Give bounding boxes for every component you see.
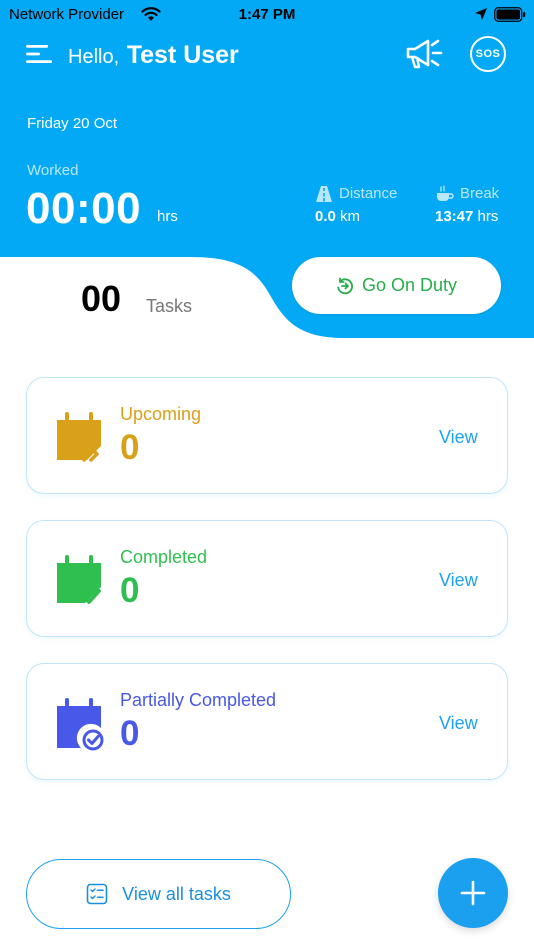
break-stat: Break 13:47 hrs xyxy=(435,185,530,229)
distance-unit: km xyxy=(340,208,361,225)
location-arrow-icon xyxy=(475,8,487,20)
road-icon xyxy=(316,186,332,202)
upcoming-card[interactable]: Upcoming 0 View xyxy=(26,377,508,494)
break-value-row: 13:47 hrs xyxy=(435,208,498,225)
calendar-check-icon xyxy=(57,555,101,604)
calendar-partial-icon xyxy=(57,698,104,751)
tasks-count: 00 xyxy=(81,278,122,319)
completed-title: Completed xyxy=(120,547,208,567)
duty-icon xyxy=(337,277,353,294)
status-time: 1:47 PM xyxy=(238,6,296,23)
coffee-icon xyxy=(437,185,454,201)
distance-label: Distance xyxy=(339,185,398,202)
sos-label: SOS xyxy=(475,48,501,60)
partially-completed-card[interactable]: Partially Completed 0 View xyxy=(26,663,508,780)
calendar-forward-icon xyxy=(57,412,101,462)
sos-icon[interactable]: SOS xyxy=(470,36,506,72)
partially-completed-title: Partially Completed xyxy=(120,690,277,710)
checklist-icon xyxy=(86,883,108,905)
plus-icon xyxy=(460,880,486,906)
menu-icon[interactable] xyxy=(26,44,52,64)
worked-value: 00:00 xyxy=(26,184,142,233)
partially-completed-view-link[interactable]: View xyxy=(439,713,478,734)
distance-value-row: 0.0 km xyxy=(315,208,360,225)
megaphone-icon[interactable] xyxy=(404,37,444,71)
view-all-tasks-label: View all tasks xyxy=(122,883,231,904)
upcoming-title: Upcoming xyxy=(120,404,202,424)
upcoming-view-link[interactable]: View xyxy=(439,427,478,448)
worked-label: Worked xyxy=(27,162,79,179)
tasks-label: Tasks xyxy=(146,296,193,316)
completed-view-link[interactable]: View xyxy=(439,570,478,591)
go-on-duty-button[interactable]: Go On Duty xyxy=(292,257,501,314)
add-task-button[interactable] xyxy=(438,858,508,928)
status-bar: Network Provider 1:47 PM xyxy=(0,0,534,30)
partially-completed-count: 0 xyxy=(120,714,140,753)
current-date: Friday 20 Oct xyxy=(27,115,118,132)
upcoming-count: 0 xyxy=(120,428,140,467)
user-name: Test User xyxy=(126,41,239,69)
greeting: Hello, Test User xyxy=(68,41,239,70)
distance-value: 0.0 xyxy=(315,208,336,225)
break-unit: hrs xyxy=(477,208,499,225)
completed-card[interactable]: Completed 0 View xyxy=(26,520,508,637)
break-value: 13:47 xyxy=(435,208,474,225)
view-all-tasks-button[interactable]: View all tasks xyxy=(26,859,291,929)
greeting-prefix: Hello, xyxy=(68,46,120,68)
worked-unit: hrs xyxy=(157,208,178,225)
go-on-duty-label: Go On Duty xyxy=(361,275,458,295)
top-bar: Hello, Test User SOS xyxy=(0,30,534,80)
distance-stat: Distance 0.0 km xyxy=(315,185,425,229)
battery-icon xyxy=(494,7,526,22)
completed-count: 0 xyxy=(120,571,140,610)
break-label: Break xyxy=(460,185,500,202)
